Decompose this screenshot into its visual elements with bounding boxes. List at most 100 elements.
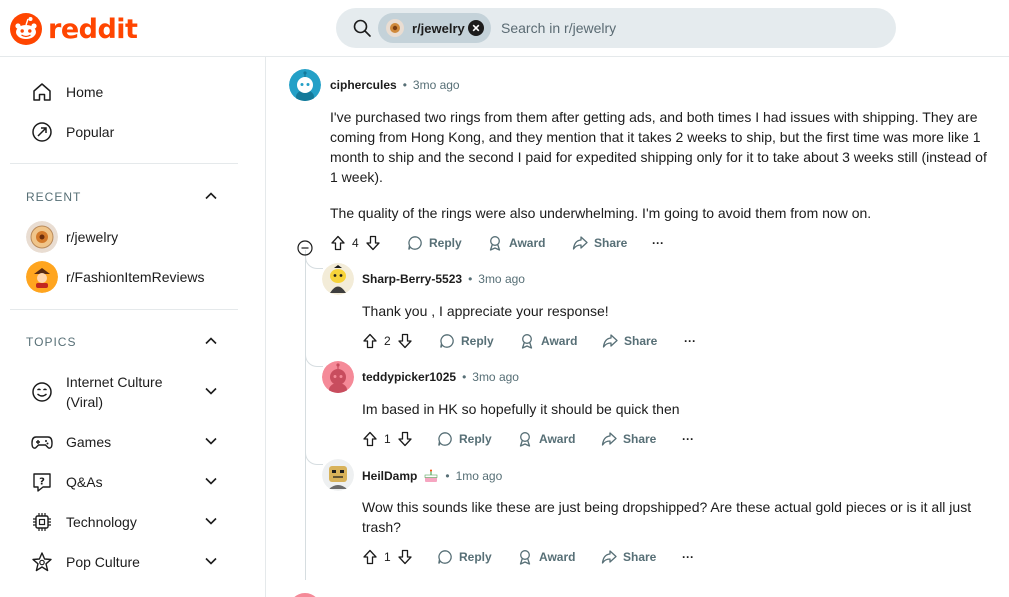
meta-separator: • [462, 370, 467, 384]
upvote-icon[interactable] [330, 235, 346, 251]
sidebar-topic-partial[interactable] [0, 582, 250, 597]
chevron-up-icon[interactable] [204, 334, 218, 348]
meta-separator: • [445, 469, 450, 483]
reply-button[interactable]: Reply [407, 231, 462, 255]
reply-button[interactable]: Reply [437, 545, 492, 569]
comment-time[interactable]: 1mo ago [456, 469, 503, 483]
sidebar-item-label: Home [66, 84, 104, 100]
vote-control: 2 [362, 329, 413, 353]
award-button[interactable]: Award [517, 427, 575, 451]
comment-time[interactable]: 3mo ago [472, 370, 519, 384]
sidebar-divider [10, 309, 238, 310]
downvote-icon[interactable] [397, 333, 413, 349]
upvote-icon[interactable] [362, 549, 378, 565]
sidebar-item-fashionitemreviews[interactable]: r/FashionItemReviews [0, 257, 250, 297]
vote-count: 1 [384, 432, 391, 446]
user-avatar[interactable] [322, 459, 354, 491]
home-icon [30, 80, 54, 104]
sidebar-item-jewelry[interactable]: r/jewelry [0, 217, 250, 257]
comment-author[interactable]: Sharp-Berry-5523 [362, 272, 462, 286]
upvote-icon[interactable] [362, 431, 378, 447]
user-avatar[interactable] [322, 361, 354, 393]
user-avatar[interactable] [322, 263, 354, 295]
reply-icon [438, 550, 452, 564]
chip-icon [30, 510, 54, 534]
reply-icon [440, 334, 454, 348]
comment-author[interactable]: ciphercules [330, 78, 397, 92]
search-community-chip[interactable]: r/jewelry [378, 13, 491, 43]
share-icon [601, 432, 617, 446]
more-options-button[interactable]: ··· [684, 329, 696, 353]
search-bar[interactable]: r/jewelry [336, 8, 896, 48]
award-button[interactable]: Award [519, 329, 577, 353]
comment-actions: 1 Reply Award Share ··· [362, 427, 722, 451]
comment-actions: 2 Reply Award Share ··· [362, 329, 722, 353]
jewelry-community-icon [386, 19, 404, 37]
logo-wordmark: reddit [48, 13, 138, 45]
downvote-icon[interactable] [397, 431, 413, 447]
chevron-down-icon[interactable] [204, 434, 218, 448]
reddit-logo[interactable]: reddit [10, 12, 138, 46]
more-options-button[interactable]: ··· [682, 545, 694, 569]
user-avatar[interactable] [289, 69, 321, 101]
award-label: Award [541, 334, 578, 348]
sidebar-topic-technology[interactable]: Technology [0, 502, 250, 542]
reply-button[interactable]: Reply [437, 427, 492, 451]
topics-heading: TOPICS [26, 335, 77, 349]
sidebar-topic-internet-culture[interactable]: Internet Culture (Viral) [0, 372, 250, 412]
award-icon [519, 432, 531, 447]
comment-time[interactable]: 3mo ago [478, 272, 525, 286]
more-options-button[interactable]: ··· [652, 231, 664, 255]
comment-actions: 4 Reply Award Share ··· [297, 231, 717, 256]
sidebar-item-home[interactable]: Home [0, 72, 250, 112]
downvote-icon[interactable] [397, 549, 413, 565]
award-button[interactable]: Award [487, 231, 545, 255]
topic-label: Pop Culture [66, 554, 140, 570]
downvote-icon[interactable] [365, 235, 381, 251]
sidebar-topic-games[interactable]: Games [0, 422, 250, 462]
share-button[interactable]: Share [602, 329, 657, 353]
award-button[interactable]: Award [517, 545, 575, 569]
jewelry-community-icon [26, 221, 58, 253]
more-options-button[interactable]: ··· [682, 427, 694, 451]
comment-author[interactable]: teddypicker1025 [362, 370, 456, 384]
user-avatar-partial[interactable] [289, 593, 321, 597]
reply-icon [408, 236, 422, 250]
reply-button[interactable]: Reply [439, 329, 494, 353]
chevron-up-icon[interactable] [204, 189, 218, 203]
clear-chip-icon[interactable] [468, 20, 484, 36]
share-button[interactable]: Share [601, 427, 656, 451]
gamepad-icon [30, 430, 54, 454]
recent-section-header[interactable]: RECENT [26, 187, 226, 207]
share-button[interactable]: Share [601, 545, 656, 569]
comment-body-paragraph: I've purchased two rings from them after… [330, 109, 987, 185]
partial-topic-icon [30, 590, 54, 597]
chevron-down-icon[interactable] [204, 384, 218, 398]
collapse-thread-icon[interactable] [297, 236, 313, 260]
topics-section-header[interactable]: TOPICS [26, 332, 226, 352]
qa-icon: ? [30, 470, 54, 494]
thread-line [305, 250, 306, 580]
fashion-community-icon [26, 261, 58, 293]
recent-heading: RECENT [26, 190, 82, 204]
upvote-icon[interactable] [362, 333, 378, 349]
award-icon [489, 236, 501, 251]
chevron-down-icon[interactable] [204, 554, 218, 568]
sidebar-item-label: Popular [66, 124, 115, 140]
share-icon [602, 334, 618, 348]
sidebar-item-label: r/jewelry [66, 229, 119, 245]
share-button[interactable]: Share [572, 231, 627, 255]
top-header: reddit r/jewelry [0, 0, 1009, 57]
sidebar-topic-pop-culture[interactable]: Pop Culture [0, 542, 250, 582]
comment-time[interactable]: 3mo ago [413, 78, 460, 92]
chevron-down-icon[interactable] [204, 514, 218, 528]
chevron-down-icon[interactable] [204, 474, 218, 488]
award-icon [519, 550, 531, 565]
reddit-snoo-icon [10, 13, 42, 45]
search-input[interactable] [501, 18, 881, 38]
sidebar-item-popular[interactable]: Popular [0, 112, 250, 152]
comment-meta: HeilDamp • 1mo ago [362, 468, 502, 484]
sidebar-topic-qas[interactable]: ? Q&As [0, 462, 250, 502]
comments-thread: ciphercules • 3mo ago I've purchased two… [267, 57, 1009, 597]
comment-author[interactable]: HeilDamp [362, 469, 417, 483]
